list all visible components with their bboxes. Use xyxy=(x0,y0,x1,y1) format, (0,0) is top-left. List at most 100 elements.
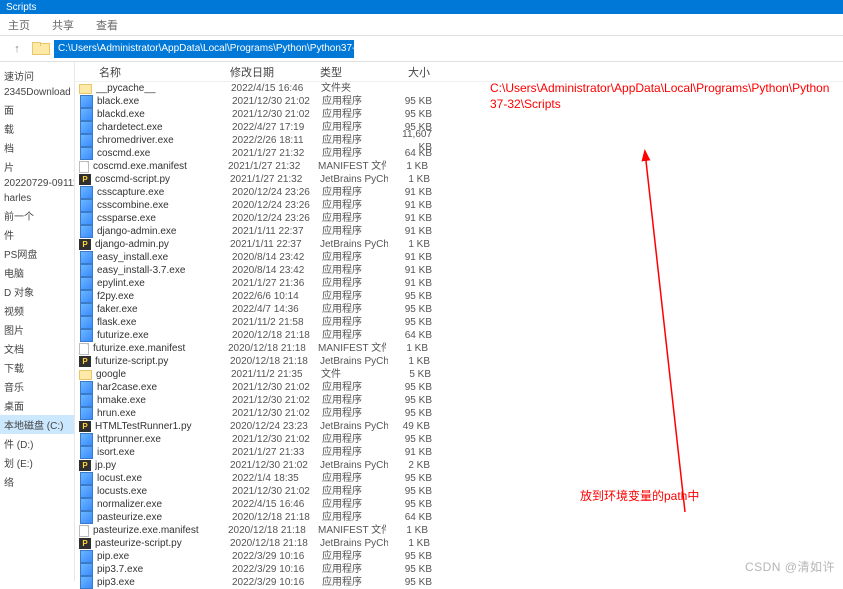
file-type: MANIFEST 文件 xyxy=(318,160,386,173)
sidebar-item[interactable]: 络 xyxy=(0,472,74,491)
sidebar-item[interactable]: 面 xyxy=(0,100,74,119)
file-date: 2021/12/30 21:02 xyxy=(232,485,322,498)
file-row[interactable]: pasteurize.exe.manifest2020/12/18 21:18M… xyxy=(75,524,843,537)
file-date: 2020/8/14 23:42 xyxy=(232,264,322,277)
py-icon xyxy=(79,356,91,367)
nav-up-icon[interactable]: ↑ xyxy=(8,40,26,58)
sidebar-item[interactable]: 件 (D:) xyxy=(0,434,74,453)
file-date: 2021/12/30 21:02 xyxy=(232,95,322,108)
file-row[interactable]: epylint.exe2021/1/27 21:36应用程序91 KB xyxy=(75,277,843,290)
sidebar-item[interactable]: 音乐 xyxy=(0,377,74,396)
file-name: pip.exe xyxy=(97,550,232,563)
file-name: futurize.exe xyxy=(97,329,232,342)
file-row[interactable]: chardetect.exe2022/4/27 17:19应用程序95 KB xyxy=(75,121,843,134)
sidebar-item[interactable]: 视频 xyxy=(0,301,74,320)
file-size: 91 KB xyxy=(390,225,434,238)
sidebar-item[interactable]: 图片 xyxy=(0,320,74,339)
file-row[interactable]: pasteurize.exe2020/12/18 21:18应用程序64 KB xyxy=(75,511,843,524)
sidebar-item[interactable]: 件 xyxy=(0,225,74,244)
file-row[interactable]: futurize.exe2020/12/18 21:18应用程序64 KB xyxy=(75,329,843,342)
file-row[interactable]: har2case.exe2021/12/30 21:02应用程序95 KB xyxy=(75,381,843,394)
file-size: 49 KB xyxy=(388,420,432,433)
file-name: pasteurize.exe.manifest xyxy=(93,524,228,537)
file-row[interactable]: hrun.exe2021/12/30 21:02应用程序95 KB xyxy=(75,407,843,420)
file-name: HTMLTestRunner1.py xyxy=(95,420,230,433)
file-row[interactable]: HTMLTestRunner1.py2020/12/24 23:23JetBra… xyxy=(75,420,843,433)
file-row[interactable]: jp.py2021/12/30 21:02JetBrains PyChar...… xyxy=(75,459,843,472)
file-name: coscmd-script.py xyxy=(95,173,230,186)
file-name: pasteurize.exe xyxy=(97,511,232,524)
file-row[interactable]: f2py.exe2022/6/6 10:14应用程序95 KB xyxy=(75,290,843,303)
sidebar-item[interactable]: PS网盘 xyxy=(0,244,74,263)
file-row[interactable]: httprunner.exe2021/12/30 21:02应用程序95 KB xyxy=(75,433,843,446)
file-row[interactable]: pip3.exe2022/3/29 10:16应用程序95 KB xyxy=(75,576,843,589)
file-row[interactable]: easy_install.exe2020/8/14 23:42应用程序91 KB xyxy=(75,251,843,264)
file-row[interactable]: isort.exe2021/1/27 21:33应用程序91 KB xyxy=(75,446,843,459)
file-row[interactable]: locust.exe2022/1/4 18:35应用程序95 KB xyxy=(75,472,843,485)
file-row[interactable]: faker.exe2022/4/7 14:36应用程序95 KB xyxy=(75,303,843,316)
sidebar-item[interactable]: 下载 xyxy=(0,358,74,377)
file-date: 2021/12/30 21:02 xyxy=(230,459,320,472)
menu-share[interactable]: 共享 xyxy=(48,15,78,35)
file-row[interactable]: futurize-script.py2020/12/18 21:18JetBra… xyxy=(75,355,843,368)
sidebar-item[interactable]: 文档 xyxy=(0,339,74,358)
file-row[interactable]: django-admin.exe2021/1/11 22:37应用程序91 KB xyxy=(75,225,843,238)
file-name: pip3.7.exe xyxy=(97,563,232,576)
column-header-name[interactable]: 名称 xyxy=(75,64,230,80)
column-header-date[interactable]: 修改日期 xyxy=(230,64,320,80)
file-row[interactable]: pasteurize-script.py2020/12/18 21:18JetB… xyxy=(75,537,843,550)
address-input[interactable]: C:\Users\Administrator\AppData\Local\Pro… xyxy=(54,40,354,58)
sidebar-item[interactable]: 片 xyxy=(0,157,74,176)
file-row[interactable]: django-admin.py2021/1/11 22:37JetBrains … xyxy=(75,238,843,251)
sidebar-item[interactable]: 划 (E:) xyxy=(0,453,74,472)
sidebar-item[interactable]: 2345Download xyxy=(0,85,74,100)
folder-icon xyxy=(79,370,92,380)
column-header-size[interactable]: 大小 xyxy=(388,64,432,80)
file-size: 95 KB xyxy=(390,472,434,485)
file-date: 2022/4/15 16:46 xyxy=(232,498,322,511)
exe-icon xyxy=(79,395,93,407)
file-name: httprunner.exe xyxy=(97,433,232,446)
file-size: 95 KB xyxy=(390,576,434,589)
file-row[interactable]: futurize.exe.manifest2020/12/18 21:18MAN… xyxy=(75,342,843,355)
sidebar-item[interactable]: 20220729-091116 xyxy=(0,176,74,191)
sidebar-item[interactable]: 本地磁盘 (C:) xyxy=(0,415,74,434)
file-date: 2022/4/7 14:36 xyxy=(232,303,322,316)
sidebar-item[interactable]: harles xyxy=(0,191,74,206)
file-row[interactable]: coscmd-script.py2021/1/27 21:32JetBrains… xyxy=(75,173,843,186)
file-row[interactable]: coscmd.exe2021/1/27 21:32应用程序64 KB xyxy=(75,147,843,160)
file-row[interactable]: hmake.exe2021/12/30 21:02应用程序95 KB xyxy=(75,394,843,407)
file-row[interactable]: locusts.exe2021/12/30 21:02应用程序95 KB xyxy=(75,485,843,498)
file-row[interactable]: easy_install-3.7.exe2020/8/14 23:42应用程序9… xyxy=(75,264,843,277)
exe-icon xyxy=(79,122,93,134)
file-row[interactable]: flask.exe2021/11/2 21:58应用程序95 KB xyxy=(75,316,843,329)
file-type: 应用程序 xyxy=(322,316,390,329)
annotation-path-hint: C:\Users\Administrator\AppData\Local\Pro… xyxy=(490,80,843,112)
sidebar-item[interactable]: D 对象 xyxy=(0,282,74,301)
file-type: 应用程序 xyxy=(322,290,390,303)
file-row[interactable]: normalizer.exe2022/4/15 16:46应用程序95 KB xyxy=(75,498,843,511)
file-row[interactable]: cssparse.exe2020/12/24 23:26应用程序91 KB xyxy=(75,212,843,225)
file-type: JetBrains PyChar... xyxy=(320,420,388,433)
exe-icon xyxy=(79,551,93,563)
sidebar-item[interactable]: 电脑 xyxy=(0,263,74,282)
file-row[interactable]: coscmd.exe.manifest2021/1/27 21:32MANIFE… xyxy=(75,160,843,173)
file-date: 2020/12/18 21:18 xyxy=(232,329,322,342)
exe-icon xyxy=(79,330,93,342)
file-size: 95 KB xyxy=(390,290,434,303)
file-row[interactable]: pip.exe2022/3/29 10:16应用程序95 KB xyxy=(75,550,843,563)
sidebar-item[interactable]: 桌面 xyxy=(0,396,74,415)
file-row[interactable]: csscapture.exe2020/12/24 23:26应用程序91 KB xyxy=(75,186,843,199)
file-row[interactable]: csscombine.exe2020/12/24 23:26应用程序91 KB xyxy=(75,199,843,212)
sidebar-item[interactable]: 载 xyxy=(0,119,74,138)
file-row[interactable]: pip3.7.exe2022/3/29 10:16应用程序95 KB xyxy=(75,563,843,576)
sidebar-item[interactable]: 前一个 xyxy=(0,206,74,225)
menu-home[interactable]: 主页 xyxy=(4,15,34,35)
file-date: 2021/11/2 21:58 xyxy=(232,316,322,329)
sidebar-item[interactable]: 速访问 xyxy=(0,66,74,85)
menu-view[interactable]: 查看 xyxy=(92,15,122,35)
sidebar-item[interactable]: 档 xyxy=(0,138,74,157)
file-row[interactable]: google2021/11/2 21:35文件5 KB xyxy=(75,368,843,381)
column-header-type[interactable]: 类型 xyxy=(320,64,388,80)
file-row[interactable]: chromedriver.exe2022/2/26 18:11应用程序11,60… xyxy=(75,134,843,147)
